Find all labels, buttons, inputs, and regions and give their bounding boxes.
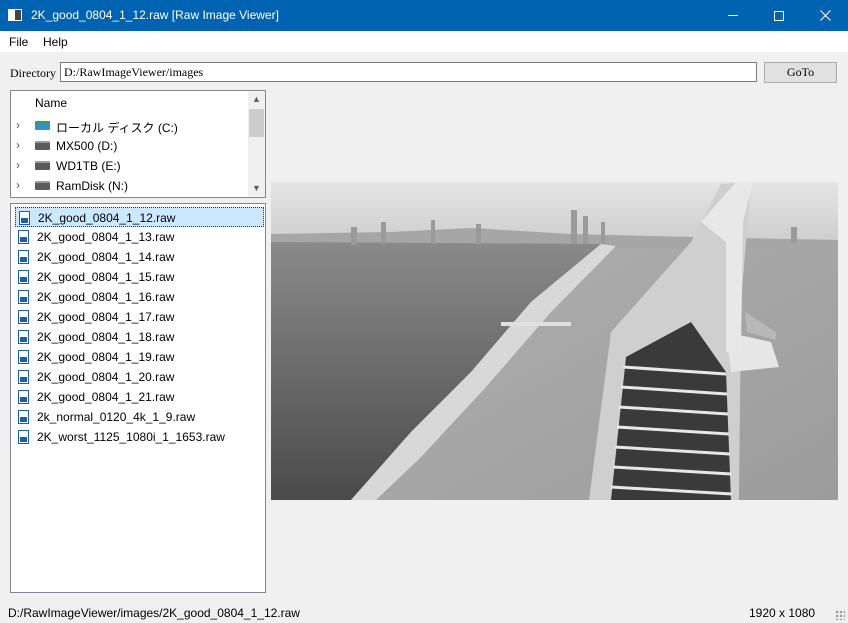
tree-item-label: ローカル ディスク (C:): [56, 121, 178, 135]
file-name: 2K_good_0804_1_20.raw: [37, 370, 175, 384]
file-name: 2K_good_0804_1_18.raw: [37, 330, 175, 344]
scroll-down-icon[interactable]: ▼: [248, 180, 265, 197]
raw-image: [271, 182, 838, 500]
file-list-item[interactable]: 2k_normal_0120_4k_1_9.raw: [15, 407, 264, 427]
drive-icon: [35, 141, 50, 150]
status-file-path: D:/RawImageViewer/images/2K_good_0804_1_…: [8, 606, 300, 620]
app-icon: [8, 9, 22, 21]
file-icon: [18, 270, 29, 284]
menu-bar: File Help: [0, 31, 848, 52]
file-list-item[interactable]: 2K_good_0804_1_12.raw: [15, 207, 264, 227]
maximize-icon: [774, 10, 784, 21]
image-preview: [271, 182, 838, 500]
directory-label: Directory: [10, 66, 56, 80]
file-icon: [18, 330, 29, 344]
file-list[interactable]: 2K_good_0804_1_12.raw 2K_good_0804_1_13.…: [10, 203, 266, 593]
drive-tree[interactable]: Name › ローカル ディスク (C:) › MX500 (D:) › WD1…: [10, 90, 266, 198]
file-icon: [18, 230, 29, 244]
minimize-button[interactable]: [710, 0, 756, 31]
file-name: 2k_normal_0120_4k_1_9.raw: [37, 410, 196, 424]
file-icon: [18, 250, 29, 264]
file-name: 2K_good_0804_1_12.raw: [38, 211, 176, 225]
goto-button[interactable]: GoTo: [764, 62, 837, 83]
file-list-item[interactable]: 2K_worst_1125_1080i_1_1653.raw: [15, 427, 264, 447]
tree-item-label: RamDisk (N:): [56, 179, 128, 193]
maximize-button[interactable]: [756, 0, 802, 31]
file-list-item[interactable]: 2K_good_0804_1_15.raw: [15, 267, 264, 287]
tree-item-d[interactable]: › MX500 (D:): [11, 136, 249, 156]
file-list-item[interactable]: 2K_good_0804_1_19.raw: [15, 347, 264, 367]
title-bar: 2K_good_0804_1_12.raw [Raw Image Viewer]: [0, 0, 848, 31]
window-title: 2K_good_0804_1_12.raw [Raw Image Viewer]: [31, 8, 279, 22]
file-icon: [18, 370, 29, 384]
menu-file[interactable]: File: [9, 35, 28, 49]
directory-input[interactable]: D:/RawImageViewer/images: [60, 62, 757, 82]
file-icon: [18, 430, 29, 444]
chevron-right-icon[interactable]: ›: [16, 138, 20, 152]
tree-header-name[interactable]: Name: [35, 96, 67, 110]
tree-item-e[interactable]: › WD1TB (E:): [11, 156, 249, 176]
close-icon: [819, 10, 831, 21]
close-button[interactable]: [802, 0, 848, 31]
chevron-right-icon[interactable]: ›: [16, 158, 20, 172]
scroll-thumb[interactable]: [249, 109, 264, 137]
tree-item-c[interactable]: › ローカル ディスク (C:): [11, 116, 249, 136]
file-name: 2K_good_0804_1_21.raw: [37, 390, 175, 404]
chevron-right-icon[interactable]: ›: [16, 118, 20, 132]
tree-item-n[interactable]: › RamDisk (N:): [11, 176, 249, 196]
status-image-size: 1920 x 1080: [749, 606, 816, 620]
tree-item-label: WD1TB (E:): [56, 159, 121, 173]
tree-item-label: MX500 (D:): [56, 139, 118, 153]
system-drive-icon: [35, 121, 50, 130]
file-icon: [18, 310, 29, 324]
file-list-item[interactable]: 2K_good_0804_1_14.raw: [15, 247, 264, 267]
file-icon: [18, 410, 29, 424]
file-list-item[interactable]: 2K_good_0804_1_16.raw: [15, 287, 264, 307]
file-list-item[interactable]: 2K_good_0804_1_17.raw: [15, 307, 264, 327]
file-list-item[interactable]: 2K_good_0804_1_20.raw: [15, 367, 264, 387]
file-name: 2K_worst_1125_1080i_1_1653.raw: [37, 430, 225, 444]
file-name: 2K_good_0804_1_16.raw: [37, 290, 175, 304]
drive-icon: [35, 181, 50, 190]
file-list-item[interactable]: 2K_good_0804_1_13.raw: [15, 227, 264, 247]
menu-help[interactable]: Help: [43, 35, 68, 49]
file-name: 2K_good_0804_1_15.raw: [37, 270, 175, 284]
file-name: 2K_good_0804_1_19.raw: [37, 350, 175, 364]
file-list-item[interactable]: 2K_good_0804_1_18.raw: [15, 327, 264, 347]
tree-scrollbar[interactable]: ▲ ▼: [248, 91, 265, 197]
file-icon: [18, 390, 29, 404]
minimize-icon: [728, 15, 738, 16]
file-icon: [19, 211, 30, 225]
file-icon: [18, 290, 29, 304]
scroll-up-icon[interactable]: ▲: [248, 91, 265, 108]
chevron-right-icon[interactable]: ›: [16, 178, 20, 192]
file-name: 2K_good_0804_1_17.raw: [37, 310, 175, 324]
resize-grip-icon[interactable]: [835, 610, 845, 620]
file-name: 2K_good_0804_1_13.raw: [37, 230, 175, 244]
drive-icon: [35, 161, 50, 170]
file-icon: [18, 350, 29, 364]
file-name: 2K_good_0804_1_14.raw: [37, 250, 175, 264]
file-list-item[interactable]: 2K_good_0804_1_21.raw: [15, 387, 264, 407]
